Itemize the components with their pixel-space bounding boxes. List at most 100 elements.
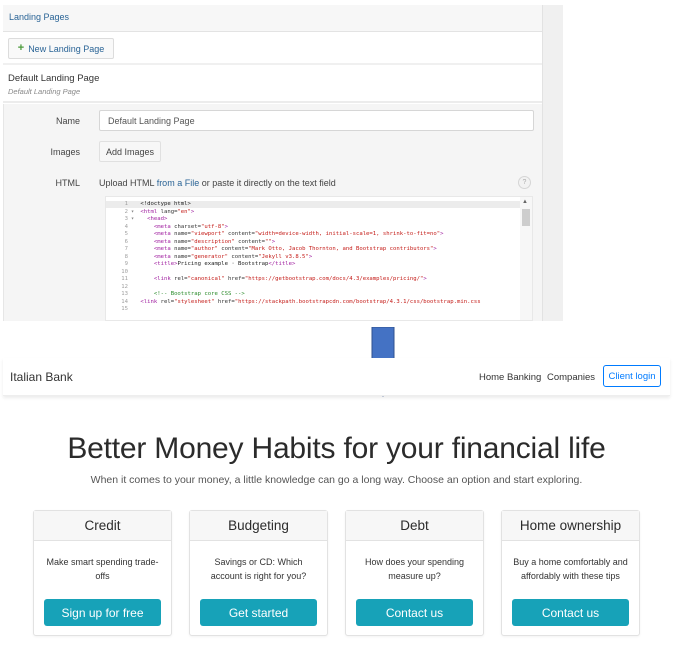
code-token: charset=	[174, 223, 202, 230]
fold-toggle-icon[interactable]: ▾	[128, 209, 137, 217]
line-number: 11	[121, 276, 128, 282]
add-images-button[interactable]: Add Images	[99, 141, 161, 162]
card-header: Credit	[34, 511, 171, 541]
code-line: 1 <!doctype html>	[106, 201, 481, 209]
line-number: 15	[121, 306, 128, 312]
code-token: <html	[140, 208, 161, 215]
code-line: 8 <meta name="generator" content="Jekyll…	[106, 254, 481, 262]
code-line: 12	[106, 284, 481, 292]
card-header: Home ownership	[502, 511, 639, 541]
code-token: "https://stackpath.bootstrapcdn.com/boot…	[234, 298, 481, 305]
code-token: "description"	[190, 238, 235, 245]
code-token: >	[190, 208, 195, 215]
code-token: content=	[217, 246, 249, 252]
name-input[interactable]	[99, 110, 534, 131]
code-token: >	[308, 253, 313, 260]
code-token: </title>	[268, 261, 296, 267]
code-token: <meta	[153, 231, 175, 237]
contact-us-button[interactable]: Contact us	[356, 599, 473, 626]
code-token: href=	[224, 276, 245, 282]
plus-icon: +	[17, 42, 25, 54]
nav-link-companies[interactable]: Companies	[547, 372, 595, 383]
right-sidebar	[542, 5, 563, 321]
code-token: >	[271, 238, 276, 245]
line-number: 4	[124, 223, 128, 230]
card-header: Debt	[346, 511, 483, 541]
code-token: <!-- Bootstrap core CSS -->	[153, 291, 245, 297]
code-line: 6 <meta name="description" content="">	[106, 239, 481, 247]
code-line: 9 <title>Pricing example · Bootstrap</ti…	[106, 261, 481, 269]
code-token: <meta	[153, 246, 175, 252]
scrollbar-thumb[interactable]	[522, 209, 530, 226]
from-file-link[interactable]: from a File	[157, 178, 200, 188]
code-token: "stylesheet"	[174, 298, 215, 305]
toolbar: + New Landing Page	[3, 32, 542, 65]
editor-scrollbar[interactable]: ▲	[520, 197, 532, 320]
code-token: "viewport"	[190, 231, 225, 237]
card-text: Buy a home comfortably and affordably wi…	[513, 557, 628, 581]
code-token: "width=device-width, initial-scale=1, sh…	[254, 231, 441, 237]
line-number: 5	[124, 231, 128, 237]
code-line: 10	[106, 269, 481, 277]
code-token: "generator"	[190, 253, 228, 260]
fold-toggle-icon[interactable]: ▾	[128, 216, 137, 224]
code-token: href=	[214, 298, 235, 305]
code-token: <link	[140, 298, 161, 305]
code-line: 4 <meta charset="utf-8">	[106, 224, 481, 232]
code-line: 7 <meta name="author" content="Mark Otto…	[106, 246, 481, 254]
code-token: content=	[227, 253, 259, 260]
landing-page-title: Default Landing Page	[8, 73, 100, 84]
brand-logo[interactable]: Italian Bank	[10, 370, 73, 384]
card-text: How does your spending measure up?	[364, 557, 465, 581]
card-credit: Credit Make smart spending trade-offs Si…	[33, 510, 172, 636]
upload-suffix: or paste it directly on the text field	[199, 178, 336, 188]
landing-page-list-item[interactable]: Default Landing Page Default Landing Pag…	[3, 66, 542, 103]
code-token: content=	[234, 238, 266, 245]
line-number: 6	[124, 238, 128, 245]
nav-link-home-banking[interactable]: Home Banking	[479, 372, 541, 383]
contact-us-button[interactable]: Contact us	[512, 599, 629, 626]
code-token: <meta	[153, 253, 175, 260]
line-number: 9	[124, 261, 128, 267]
scroll-up-icon[interactable]: ▲	[522, 199, 528, 205]
line-number: 14	[121, 298, 128, 305]
hero-title: Better Money Habits for your financial l…	[67, 432, 606, 465]
line-number: 1	[124, 201, 128, 207]
html-code-editor[interactable]: 1 <!doctype html> 2 ▾ <html lang="en"> 3 ▾ <…	[105, 196, 533, 321]
code-token: <title>	[153, 261, 178, 267]
line-number: 8	[124, 253, 128, 260]
line-number: 2	[124, 208, 128, 215]
line-number: 3	[124, 216, 128, 222]
code-lines: 1 <!doctype html> 2 ▾ <html lang="en"> 3 ▾ <…	[106, 201, 481, 314]
card-text: Savings or CD: Which account is right fo…	[210, 557, 307, 581]
client-login-button[interactable]: Client login	[603, 365, 661, 387]
code-token: <meta	[153, 238, 175, 245]
code-token: "utf-8"	[201, 223, 225, 230]
code-token: name=	[174, 231, 191, 237]
code-line: 11 <link rel="canonical" href="https://g…	[106, 276, 481, 284]
code-token: "author"	[190, 246, 218, 252]
code-token: >	[423, 276, 427, 282]
sign-up-button[interactable]: Sign up for free	[44, 599, 161, 626]
code-token: name=	[174, 238, 191, 245]
help-icon[interactable]: ?	[518, 176, 531, 189]
get-started-button[interactable]: Get started	[200, 599, 317, 626]
upload-prefix: Upload HTML	[99, 178, 157, 188]
code-token: <link	[153, 276, 175, 282]
new-landing-page-button[interactable]: + New Landing Page	[8, 38, 114, 59]
code-token: >	[224, 223, 228, 230]
